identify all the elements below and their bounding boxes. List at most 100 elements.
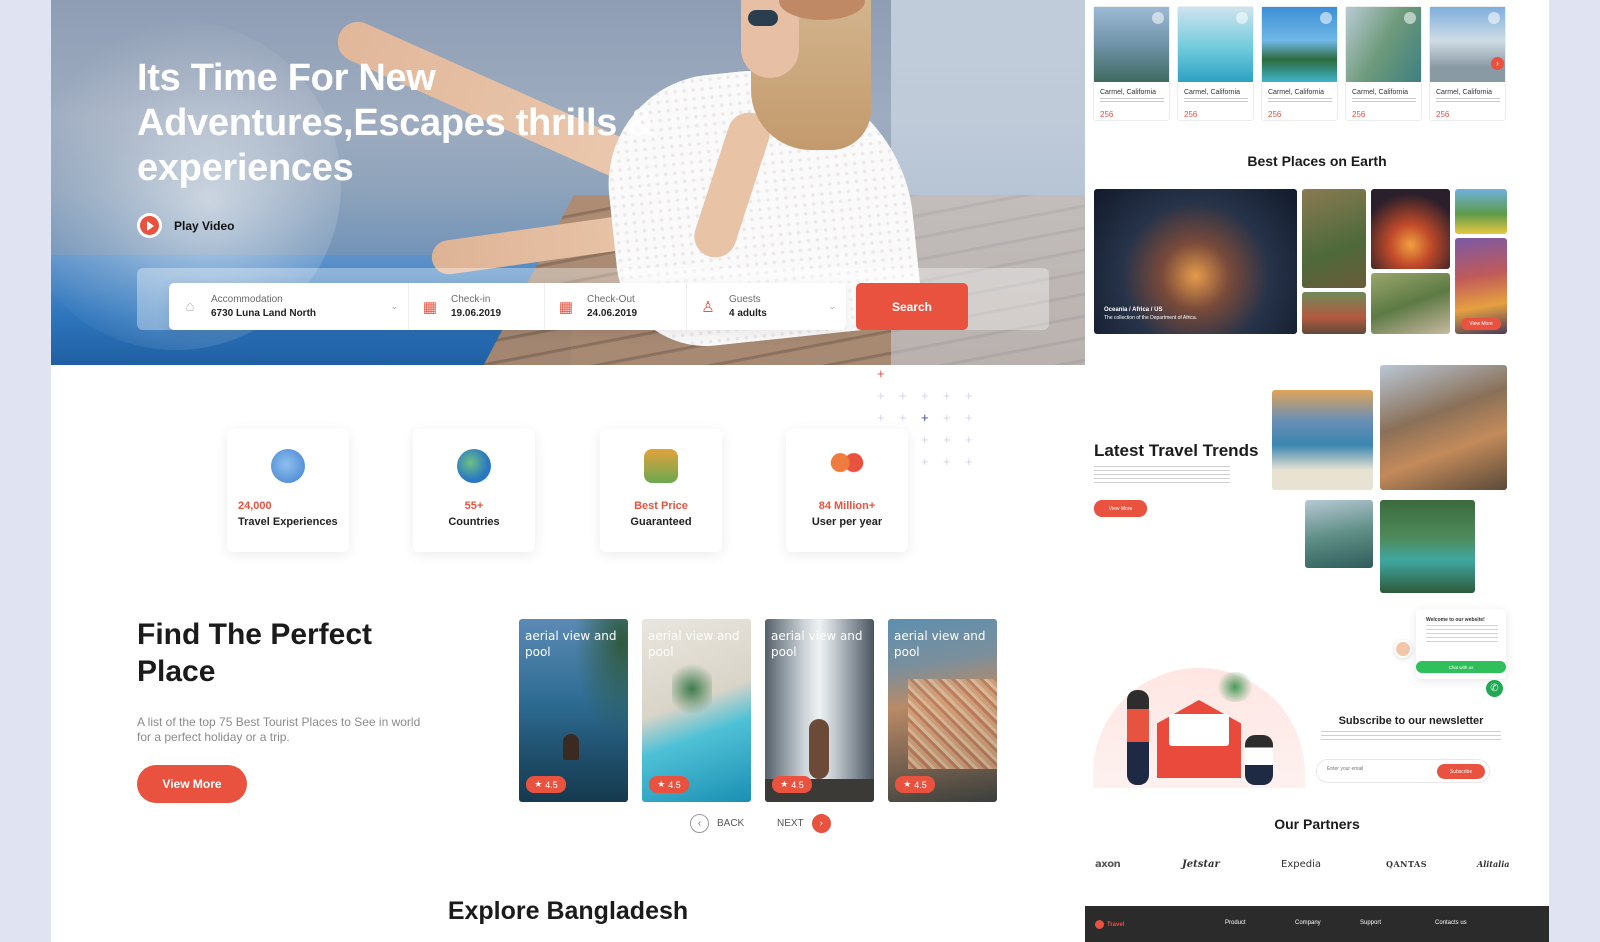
trends-view-more-button[interactable]: View More <box>1094 500 1147 517</box>
rating-value: 4.5 <box>668 779 681 790</box>
next-button[interactable]: NEXT › <box>777 814 831 833</box>
stat-value: 84 Million+ <box>818 500 876 512</box>
calendar-icon: ▦ <box>558 298 574 316</box>
mini-card-title: Carmel, California <box>1436 89 1493 96</box>
place-card[interactable]: aerial view and pool ★ 4.5 <box>642 619 751 802</box>
camping-image[interactable] <box>1371 273 1450 334</box>
checkout-value: 24.06.2019 <box>587 308 638 319</box>
logo-icon <box>1095 920 1104 929</box>
destination-mini-card[interactable]: Carmel, California 256 <box>1345 6 1422 121</box>
mini-card-text <box>1100 98 1164 104</box>
footer-logo[interactable]: Travel <box>1095 920 1124 929</box>
checkin-field[interactable]: ▦ Check-in 19.06.2019 <box>409 283 545 330</box>
sunset-trees-image[interactable]: View More <box>1455 238 1507 334</box>
partner-logo-qantas[interactable]: QANTAS <box>1386 859 1427 869</box>
play-icon <box>137 213 162 238</box>
welcome-text <box>1426 625 1498 645</box>
accommodation-value: 6730 Luna Land North <box>211 308 317 319</box>
partner-logo-axon[interactable]: axon <box>1095 859 1121 870</box>
footer-link-company[interactable]: Company <box>1295 920 1321 926</box>
perfect-place-title: Find The Perfect Place <box>137 616 372 690</box>
destination-mini-card[interactable]: Carmel, California 256 <box>1261 6 1338 121</box>
latest-trends-title: Latest Travel Trends <box>1094 441 1259 460</box>
mini-card-price: 256 <box>1184 110 1198 119</box>
accommodation-field[interactable]: ⌂ Accommodation 6730 Luna Land North ⌄ <box>169 283 409 330</box>
partner-logo-jetstar[interactable]: Jetstar <box>1182 859 1220 870</box>
destination-mini-card[interactable]: Carmel, California 256 <box>1177 6 1254 121</box>
globe-icon <box>457 449 491 483</box>
users-icon <box>830 449 864 483</box>
accommodation-label: Accommodation <box>211 294 283 305</box>
next-label: NEXT <box>777 818 804 829</box>
place-card[interactable]: aerial view and pool ★ 4.5 <box>765 619 874 802</box>
guests-label: Guests <box>729 294 761 305</box>
mini-card-title: Carmel, California <box>1352 89 1409 96</box>
lake-person-image[interactable] <box>1305 500 1373 568</box>
mini-card-text <box>1268 98 1332 104</box>
chat-with-us-button[interactable]: Chat with us <box>1416 661 1506 673</box>
letter-illustration <box>1169 714 1229 746</box>
heart-icon[interactable] <box>1320 12 1332 24</box>
person-silhouette <box>809 719 829 779</box>
partner-logo-alitalia[interactable]: Alitalia <box>1477 859 1509 869</box>
play-video-button[interactable]: Play Video <box>137 213 234 238</box>
chevron-right-icon[interactable]: › <box>1491 57 1504 70</box>
mini-card-price: 256 <box>1100 110 1114 119</box>
search-button[interactable]: Search <box>856 283 968 330</box>
mountain-view-image[interactable] <box>1455 189 1507 234</box>
stat-card-best-price: Best Price Guaranteed <box>600 429 722 552</box>
perfect-place-description: A list of the top 75 Best Tourist Places… <box>137 715 421 744</box>
view-more-button[interactable]: View More <box>137 765 247 803</box>
best-places-caption: Oceania / Africa / US <box>1104 307 1163 313</box>
newsletter-email-input[interactable] <box>1327 766 1427 772</box>
footer-link-contacts[interactable]: Contacts us <box>1435 920 1467 926</box>
best-places-view-more-button[interactable]: View More <box>1461 318 1501 330</box>
stat-card-experiences: 24,000 Travel Experiences <box>227 429 349 552</box>
swimmer-silhouette <box>563 734 579 760</box>
user-icon: ♙ <box>701 298 715 316</box>
rating-badge: ★ 4.5 <box>649 776 689 793</box>
palm-tree-top-view <box>672 659 712 719</box>
mini-card-price: 256 <box>1268 110 1282 119</box>
rating-value: 4.5 <box>545 779 558 790</box>
mini-card-price: 256 <box>1436 110 1450 119</box>
heart-icon[interactable] <box>1404 12 1416 24</box>
mini-card-title: Carmel, California <box>1268 89 1325 96</box>
jungle-river-image[interactable] <box>1380 500 1475 593</box>
rating-badge: ★ 4.5 <box>772 776 812 793</box>
footer-link-product[interactable]: Product <box>1225 920 1246 926</box>
chevron-down-icon: ⌄ <box>390 301 398 311</box>
whatsapp-icon[interactable]: ✆ <box>1486 680 1503 697</box>
mini-card-price: 256 <box>1352 110 1366 119</box>
partner-logo-expedia[interactable]: Expedia <box>1281 859 1321 870</box>
mini-card-title: Carmel, California <box>1100 89 1157 96</box>
money-bag-icon <box>644 449 678 483</box>
place-card[interactable]: aerial view and pool ★ 4.5 <box>888 619 997 802</box>
back-label: BACK <box>717 818 745 829</box>
eiffel-tower-image[interactable] <box>1380 365 1507 490</box>
campfire-image[interactable] <box>1371 189 1450 269</box>
latest-trends-text <box>1094 466 1230 486</box>
footer-link-support[interactable]: Support <box>1360 920 1381 926</box>
heart-icon[interactable] <box>1488 12 1500 24</box>
stat-label: Countries <box>448 516 500 528</box>
heart-icon[interactable] <box>1236 12 1248 24</box>
back-button[interactable]: ‹ BACK <box>690 814 744 833</box>
autumn-forest-image[interactable] <box>1302 292 1366 334</box>
hiking-trail-image[interactable] <box>1302 189 1366 288</box>
sunset-beach-image[interactable] <box>1272 390 1373 490</box>
destination-mini-card[interactable]: Carmel, California 256 <box>1093 6 1170 121</box>
checkin-value: 19.06.2019 <box>451 308 502 319</box>
place-card[interactable]: aerial view and pool ★ 4.5 <box>519 619 628 802</box>
checkout-field[interactable]: ▦ Check-Out 24.06.2019 <box>545 283 687 330</box>
heart-icon[interactable] <box>1152 12 1164 24</box>
subscribe-button[interactable]: Subscribe <box>1437 764 1485 779</box>
star-icon: ★ <box>657 779 666 789</box>
chevron-left-icon: ‹ <box>690 814 709 833</box>
star-icon: ★ <box>534 779 543 789</box>
stat-value: 24,000 <box>238 500 272 512</box>
best-places-title: Best Places on Earth <box>1247 153 1387 169</box>
partners-title: Our Partners <box>1274 816 1360 832</box>
beach-dinner-image[interactable]: Oceania / Africa / US The collection of … <box>1094 189 1297 334</box>
guests-field[interactable]: ♙ Guests 4 adults ⌄ <box>687 283 846 330</box>
